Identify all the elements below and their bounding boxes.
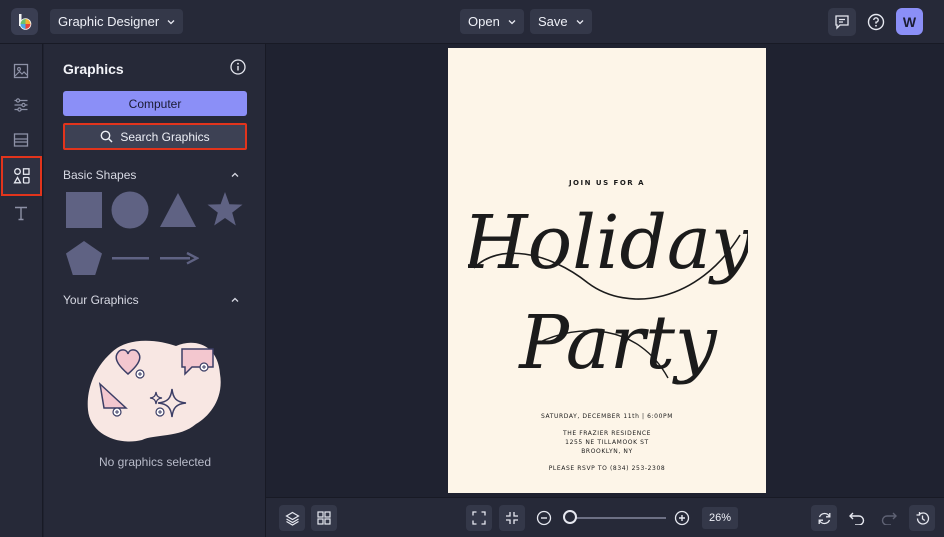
- layout-icon: [13, 133, 29, 147]
- undo-icon: [849, 512, 865, 525]
- rail-item-adjustments[interactable]: [6, 90, 36, 120]
- fit-to-screen-button[interactable]: [466, 505, 492, 531]
- script-title-art[interactable]: Holiday Party: [468, 173, 748, 403]
- zoom-slider-handle[interactable]: [563, 510, 577, 524]
- chevron-down-icon: [167, 19, 175, 24]
- history-button[interactable]: [909, 505, 935, 531]
- rail-item-graphics[interactable]: [1, 156, 42, 196]
- empty-graphics-text: No graphics selected: [98, 455, 212, 469]
- save-dropdown-button[interactable]: Save: [530, 9, 592, 34]
- app-switcher-label: Graphic Designer: [58, 14, 160, 29]
- refresh-icon: [818, 512, 830, 524]
- app-switcher-dropdown[interactable]: Graphic Designer: [50, 9, 184, 34]
- help-button[interactable]: [862, 8, 890, 36]
- design-page[interactable]: JOIN US FOR A Holiday Party SATURDAY, DE…: [448, 48, 766, 493]
- sync-button[interactable]: [811, 505, 837, 531]
- zoom-in-icon[interactable]: [674, 510, 690, 526]
- graphics-icon: [12, 168, 30, 184]
- actual-size-button[interactable]: [499, 505, 525, 531]
- chevron-down-icon: [576, 19, 584, 24]
- rail-item-layout[interactable]: [6, 125, 36, 155]
- star-shape[interactable]: [206, 191, 244, 228]
- empty-graphics-illustration: [87, 340, 221, 442]
- computer-upload-button[interactable]: Computer: [63, 91, 247, 116]
- rail-item-photos[interactable]: [6, 56, 36, 86]
- comment-icon: [835, 15, 849, 30]
- grid-icon: [317, 511, 331, 525]
- chevron-up-icon[interactable]: [230, 296, 240, 304]
- app-root: Graphic Designer Open Save W Graphics Co…: [0, 0, 944, 537]
- rsvp-text[interactable]: PLEASE RSVP TO (834) 253-2308: [448, 465, 766, 472]
- expand-icon: [472, 511, 486, 525]
- shrink-icon: [506, 512, 518, 524]
- square-shape[interactable]: [65, 192, 103, 228]
- venue-street-text[interactable]: 1255 NE TILLAMOOK ST: [448, 439, 766, 446]
- panel-title: Graphics: [63, 61, 124, 77]
- event-date-text[interactable]: SATURDAY, DECEMBER 11th | 6:00PM: [448, 413, 766, 420]
- basic-shapes-title: Basic Shapes: [63, 168, 137, 182]
- zoom-slider-track[interactable]: [568, 517, 666, 519]
- venue-city-text[interactable]: BROOKLYN, NY: [448, 448, 766, 455]
- bottom-toolbar: 26%: [266, 497, 944, 537]
- redo-button[interactable]: [876, 505, 902, 531]
- canvas-area[interactable]: JOIN US FOR A Holiday Party SATURDAY, DE…: [266, 44, 944, 497]
- open-dropdown-button[interactable]: Open: [460, 9, 524, 34]
- comments-button[interactable]: [828, 8, 856, 36]
- zoom-level-field[interactable]: 26%: [702, 507, 738, 529]
- top-bar: Graphic Designer Open Save W: [0, 0, 944, 44]
- user-avatar[interactable]: W: [896, 8, 923, 35]
- pentagon-shape[interactable]: [65, 240, 103, 276]
- layers-button[interactable]: [279, 505, 305, 531]
- app-logo[interactable]: [11, 8, 38, 35]
- undo-button[interactable]: [844, 505, 870, 531]
- tool-rail: [0, 44, 43, 537]
- help-icon: [867, 13, 885, 31]
- history-icon: [916, 511, 929, 525]
- logo-icon: [18, 13, 31, 30]
- script-line-2: Party: [517, 300, 718, 386]
- line-shape[interactable]: [111, 255, 151, 261]
- venue-name-text[interactable]: THE FRAZIER RESIDENCE: [448, 430, 766, 437]
- text-icon: [15, 206, 27, 221]
- info-icon[interactable]: [230, 59, 246, 75]
- circle-shape[interactable]: [111, 191, 149, 229]
- rail-item-text[interactable]: [6, 198, 36, 228]
- redo-icon: [881, 512, 897, 525]
- arrow-shape[interactable]: [159, 251, 199, 265]
- open-label: Open: [468, 14, 500, 29]
- save-label: Save: [538, 14, 568, 29]
- search-icon: [100, 130, 113, 143]
- image-icon: [13, 63, 29, 79]
- layers-icon: [284, 511, 300, 526]
- graphics-panel: Graphics Computer Search Graphics Basic …: [44, 44, 266, 537]
- chevron-up-icon[interactable]: [230, 171, 240, 179]
- grid-view-button[interactable]: [311, 505, 337, 531]
- zoom-out-icon[interactable]: [536, 510, 552, 526]
- sliders-icon: [14, 98, 28, 112]
- triangle-shape[interactable]: [159, 192, 197, 228]
- search-graphics-button[interactable]: Search Graphics: [63, 123, 247, 150]
- your-graphics-title: Your Graphics: [63, 293, 139, 307]
- chevron-down-icon: [508, 19, 516, 24]
- search-graphics-label: Search Graphics: [120, 129, 210, 144]
